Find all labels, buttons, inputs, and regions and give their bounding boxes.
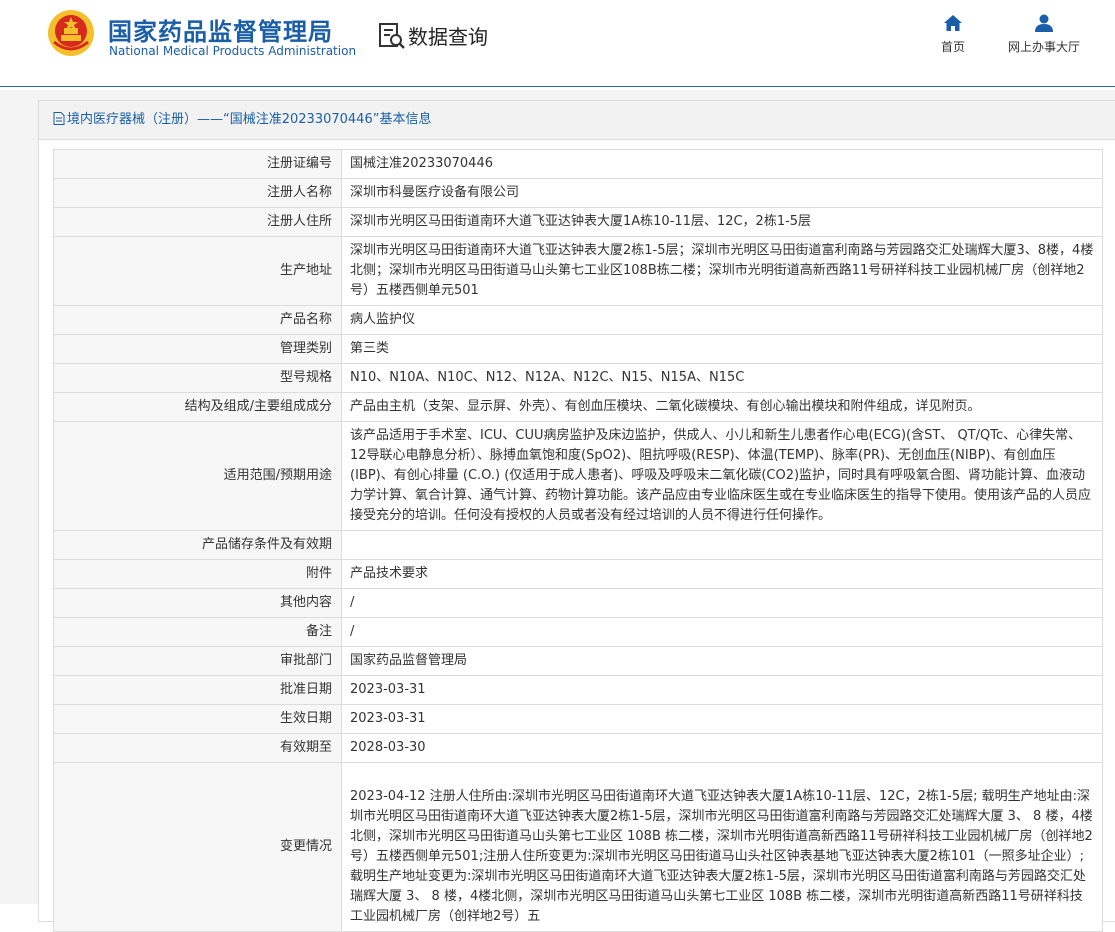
nav-home-label: 首页 [940, 40, 965, 54]
field-label-attachment: 附件 [53, 559, 342, 589]
field-value-storage-conditions [341, 530, 1103, 560]
table-row: 结构及组成/主要组成成分 产品由主机（支架、显示屏、外壳）、有创血压模块、二氧化… [53, 392, 1103, 422]
data-query-icon [379, 23, 405, 49]
user-icon [1035, 14, 1053, 32]
table-row: 产品名称 病人监护仪 [53, 305, 1103, 335]
table-row: 有效期至 2028-03-30 [53, 733, 1103, 763]
field-label-structure-composition: 结构及组成/主要组成成分 [53, 392, 342, 422]
field-label-intended-use: 适用范围/预期用途 [53, 421, 342, 531]
field-label-effective-date: 生效日期 [53, 704, 342, 734]
table-row: 生效日期 2023-03-31 [53, 704, 1103, 734]
table-row: 批准日期 2023-03-31 [53, 675, 1103, 705]
field-value-intended-use: 该产品适用于手术室、ICU、CUU病房监护及床边监护，供成人、小儿和新生儿患者作… [341, 421, 1103, 531]
nav-online-service-hall-label: 网上办事大厅 [1007, 40, 1080, 54]
table-row: 注册人名称 深圳市科曼医疗设备有限公司 [53, 178, 1103, 208]
field-value-production-address: 深圳市光明区马田街道南环大道飞亚达钟表大厦2栋1-5层；深圳市光明区马田街道富利… [341, 236, 1103, 306]
field-label-registrant-address: 注册人住所 [53, 207, 342, 237]
field-value-management-category: 第三类 [341, 334, 1103, 364]
nav-home[interactable]: 首页 [932, 14, 974, 55]
table-row: 型号规格 N10、N10A、N10C、N12、N12A、N12C、N15、N15… [53, 363, 1103, 393]
registration-info-table: 注册证编号 国械注准20233070446 注册人名称 深圳市科曼医疗设备有限公… [53, 149, 1103, 932]
field-value-approval-department: 国家药品监督管理局 [341, 646, 1103, 676]
field-value-model-specification: N10、N10A、N10C、N12、N12A、N12C、N15、N15A、N15… [341, 363, 1103, 393]
table-row: 适用范围/预期用途 该产品适用于手术室、ICU、CUU病房监护及床边监护，供成人… [53, 421, 1103, 531]
field-value-other-content: / [341, 588, 1103, 618]
field-value-remarks: / [341, 617, 1103, 647]
table-row: 生产地址 深圳市光明区马田街道南环大道飞亚达钟表大厦2栋1-5层；深圳市光明区马… [53, 236, 1103, 306]
agency-name-cn[interactable]: 国家药品监督管理局 [108, 12, 333, 47]
data-query-title: 数据查询 [408, 25, 488, 49]
field-value-expiry-date: 2028-03-30 [341, 733, 1103, 763]
field-value-structure-composition: 产品由主机（支架、显示屏、外壳）、有创血压模块、二氧化碳模块、有创心输出模块和附… [341, 392, 1103, 422]
panel-title-text: 境内医疗器械（注册）——“国械注准20233070446”基本信息 [67, 112, 432, 127]
field-label-registration-number: 注册证编号 [53, 149, 342, 179]
detail-panel: 境内医疗器械（注册）——“国械注准20233070446”基本信息 注册证编号 … [38, 100, 1115, 932]
field-value-attachment: 产品技术要求 [341, 559, 1103, 589]
table-row: 变更情况 2023-04-12 注册人住所由:深圳市光明区马田街道南环大道飞亚达… [53, 762, 1103, 932]
national-emblem-icon[interactable] [46, 8, 96, 58]
table-row: 注册人住所 深圳市光明区马田街道南环大道飞亚达钟表大厦1A栋10-11层、12C… [53, 207, 1103, 237]
field-label-storage-conditions: 产品储存条件及有效期 [53, 530, 342, 560]
agency-name-en[interactable]: National Medical Products Administration [109, 44, 356, 58]
field-label-remarks: 备注 [53, 617, 342, 647]
field-label-approval-date: 批准日期 [53, 675, 342, 705]
field-label-model-specification: 型号规格 [53, 363, 342, 393]
table-row: 注册证编号 国械注准20233070446 [53, 149, 1103, 179]
table-row: 备注 / [53, 617, 1103, 647]
field-value-registrant-address: 深圳市光明区马田街道南环大道飞亚达钟表大厦1A栋10-11层、12C，2栋1-5… [341, 207, 1103, 237]
field-value-registration-number: 国械注准20233070446 [341, 149, 1103, 179]
field-label-product-name: 产品名称 [53, 305, 342, 335]
table-row: 审批部门 国家药品监督管理局 [53, 646, 1103, 676]
nav-online-service-hall[interactable]: 网上办事大厅 [1000, 14, 1088, 55]
field-value-effective-date: 2023-03-31 [341, 704, 1103, 734]
table-row: 其他内容 / [53, 588, 1103, 618]
field-label-other-content: 其他内容 [53, 588, 342, 618]
document-icon [53, 112, 65, 125]
field-value-product-name: 病人监护仪 [341, 305, 1103, 335]
field-label-management-category: 管理类别 [53, 334, 342, 364]
site-header: 国家药品监督管理局 National Medical Products Admi… [0, 0, 1115, 87]
panel-title: 境内医疗器械（注册）——“国械注准20233070446”基本信息 [39, 101, 1115, 140]
home-icon [944, 15, 962, 31]
field-label-change-history: 变更情况 [53, 762, 342, 932]
table-row: 附件 产品技术要求 [53, 559, 1103, 589]
field-value-change-history: 2023-04-12 注册人住所由:深圳市光明区马田街道南环大道飞亚达钟表大厦1… [341, 762, 1103, 932]
table-row: 产品储存条件及有效期 [53, 530, 1103, 560]
table-row: 管理类别 第三类 [53, 334, 1103, 364]
field-value-approval-date: 2023-03-31 [341, 675, 1103, 705]
field-label-approval-department: 审批部门 [53, 646, 342, 676]
field-label-expiry-date: 有效期至 [53, 733, 342, 763]
field-label-production-address: 生产地址 [53, 236, 342, 306]
field-label-registrant-name: 注册人名称 [53, 178, 342, 208]
field-value-registrant-name: 深圳市科曼医疗设备有限公司 [341, 178, 1103, 208]
